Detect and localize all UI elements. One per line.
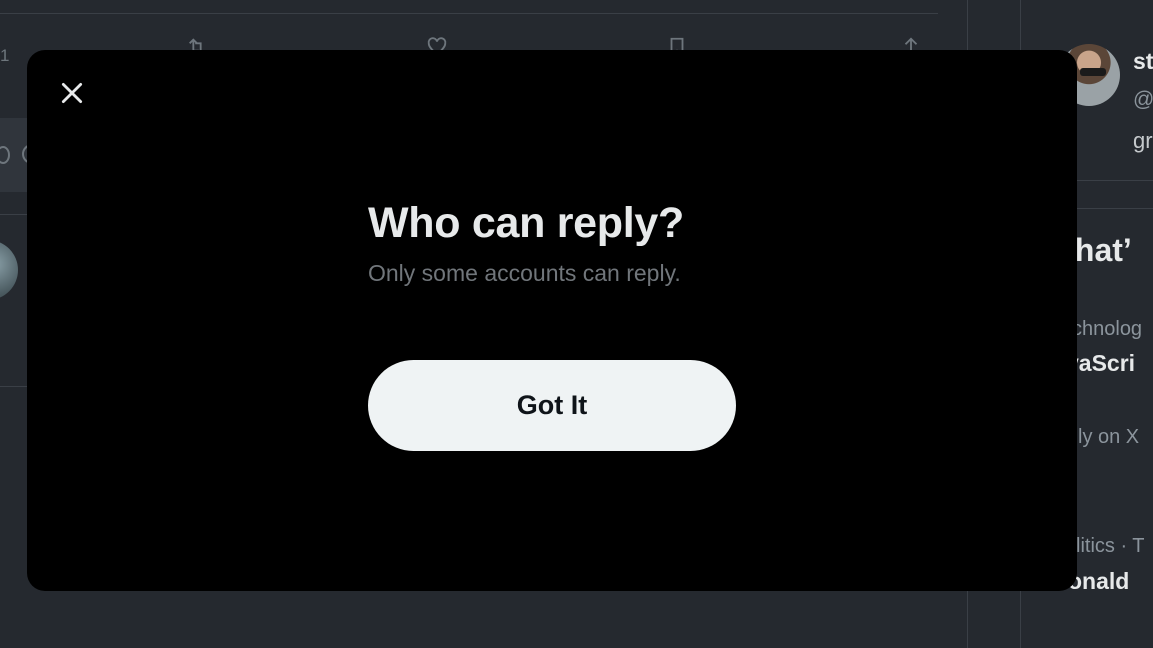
user-bio: gr bbox=[1133, 128, 1153, 153]
got-it-button[interactable]: Got It bbox=[368, 360, 736, 451]
reply-count: 1 bbox=[0, 46, 10, 65]
trend-category: chnolog bbox=[1072, 318, 1143, 340]
divider bbox=[1077, 208, 1153, 209]
divider bbox=[1077, 180, 1153, 181]
modal-body: Who can reply? Only some accounts can re… bbox=[368, 198, 736, 287]
user-handle: @ bbox=[1133, 88, 1153, 111]
trend-category: litics · T bbox=[1076, 535, 1145, 557]
divider bbox=[0, 13, 938, 14]
who-can-reply-modal: Who can reply? Only some accounts can re… bbox=[27, 50, 1077, 591]
close-button[interactable] bbox=[51, 72, 93, 114]
trend-category: ly on X bbox=[1078, 426, 1140, 448]
trend-title[interactable]: onald bbox=[1068, 568, 1129, 595]
close-icon bbox=[61, 82, 83, 104]
modal-subtitle: Only some accounts can reply. bbox=[368, 259, 681, 286]
user-name[interactable]: st bbox=[1133, 48, 1153, 75]
avatar[interactable] bbox=[0, 240, 18, 300]
modal-title: Who can reply? bbox=[368, 199, 684, 247]
app-window: 1 st @ gr /hat’ chnolog vaScri ly on X l… bbox=[0, 0, 1153, 648]
